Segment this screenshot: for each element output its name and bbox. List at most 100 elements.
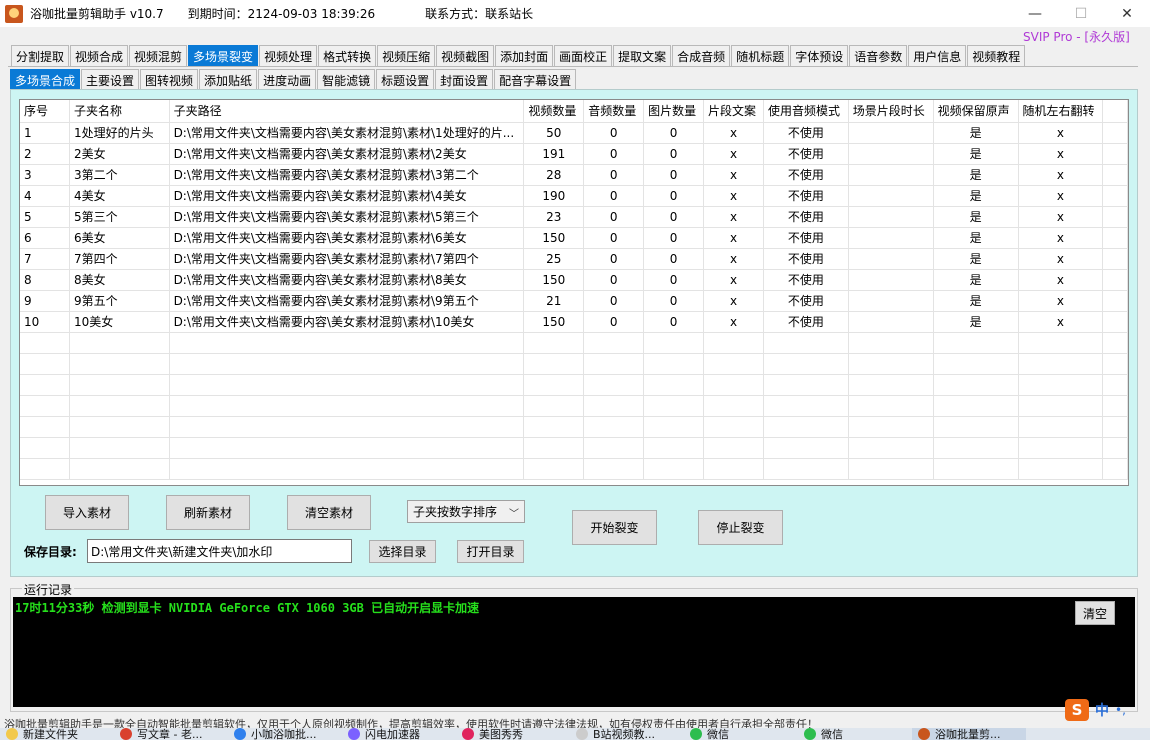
subtab-5[interactable]: 进度动画 bbox=[258, 69, 317, 90]
tab-1[interactable]: 分割提取 bbox=[11, 45, 70, 67]
empty-cell bbox=[763, 332, 849, 354]
column-header[interactable]: 子夹路径 bbox=[169, 100, 525, 123]
empty-cell bbox=[523, 374, 585, 396]
taskbar-item[interactable]: 浴咖批量剪... bbox=[912, 728, 1026, 740]
table-cell bbox=[848, 290, 934, 312]
tab-6[interactable]: 格式转换 bbox=[318, 45, 377, 67]
close-button[interactable]: ✕ bbox=[1104, 0, 1150, 27]
subtab-2[interactable]: 主要设置 bbox=[81, 69, 140, 90]
taskbar-item[interactable]: 微信 bbox=[798, 728, 912, 740]
column-header[interactable]: 场景片段时长 bbox=[848, 100, 934, 123]
table-cell: 5第三个 bbox=[69, 206, 170, 228]
table-cell bbox=[848, 206, 934, 228]
contact-text: 联系方式：联系站长 bbox=[425, 7, 534, 21]
table-row[interactable]: 8 8美女 D:\常用文件夹\文档需要内容\美女素材混剪\素材\8美女 150 0 0 x 不… bbox=[20, 269, 1128, 291]
column-header[interactable]: 视频保留原声 bbox=[933, 100, 1019, 123]
table-row[interactable]: 2 2美女 D:\常用文件夹\文档需要内容\美女素材混剪\素材\2美女 191 0 0 x 不… bbox=[20, 143, 1128, 165]
table-row[interactable]: 6 6美女 D:\常用文件夹\文档需要内容\美女素材混剪\素材\6美女 150 0 0 x 不… bbox=[20, 227, 1128, 249]
subtab-1[interactable]: 多场景合成 bbox=[10, 69, 81, 90]
empty-cell bbox=[583, 458, 645, 480]
table-row[interactable]: 10 10美女 D:\常用文件夹\文档需要内容\美女素材混剪\素材\10美女 150 0… bbox=[20, 311, 1128, 333]
table-cell: 150 bbox=[523, 311, 585, 333]
table-cell: 0 bbox=[583, 290, 645, 312]
table-cell bbox=[848, 311, 934, 333]
import-material-button[interactable]: 导入素材 bbox=[45, 495, 129, 530]
tab-3[interactable]: 视频混剪 bbox=[129, 45, 188, 67]
tab-12[interactable]: 合成音频 bbox=[672, 45, 731, 67]
tab-16[interactable]: 用户信息 bbox=[908, 45, 967, 67]
taskbar-item[interactable]: 美图秀秀 bbox=[456, 728, 570, 740]
column-header[interactable]: 图片数量 bbox=[643, 100, 705, 123]
taskbar-item[interactable]: 小咖浴咖批... bbox=[228, 728, 342, 740]
start-fission-button[interactable]: 开始裂变 bbox=[572, 510, 657, 545]
tab-15[interactable]: 语音参数 bbox=[849, 45, 908, 67]
log-console[interactable]: 17时11分33秒 检测到显卡 NVIDIA GeForce GTX 1060 … bbox=[13, 597, 1135, 707]
stop-fission-button[interactable]: 停止裂变 bbox=[698, 510, 783, 545]
minimize-button[interactable]: — bbox=[1012, 0, 1058, 27]
save-dir-label: 保存目录: bbox=[24, 545, 77, 559]
tab-5[interactable]: 视频处理 bbox=[259, 45, 318, 67]
taskbar-item[interactable]: 微信 bbox=[684, 728, 798, 740]
empty-cell bbox=[763, 353, 849, 375]
subtab-7[interactable]: 标题设置 bbox=[376, 69, 435, 90]
table-cell bbox=[848, 269, 934, 291]
table-row[interactable]: 7 7第四个 D:\常用文件夹\文档需要内容\美女素材混剪\素材\7第四个 25 0 0 x… bbox=[20, 248, 1128, 270]
folder-table[interactable]: 序号 子夹名称 子夹路径 视频数量 音频数量 图片数量 片段文案 使用音频模式 场景片段时长 视频… bbox=[19, 99, 1129, 486]
maximize-button[interactable]: ☐ bbox=[1058, 0, 1104, 27]
table-row[interactable]: 1 1处理好的片头 D:\常用文件夹\文档需要内容\美女素材混剪\素材\1处理好的片… bbox=[20, 122, 1128, 144]
app-icon bbox=[576, 728, 588, 740]
taskbar-item[interactable]: 闪电加速器 bbox=[342, 728, 456, 740]
table-cell-filler bbox=[1102, 185, 1128, 207]
table-row[interactable]: 4 4美女 D:\常用文件夹\文档需要内容\美女素材混剪\素材\4美女 190 0 0 x 不… bbox=[20, 185, 1128, 207]
ime-indicator[interactable]: S 中 •, bbox=[1065, 697, 1145, 723]
column-header[interactable]: 片段文案 bbox=[703, 100, 764, 123]
empty-cell bbox=[933, 353, 1019, 375]
tab-4[interactable]: 多场景裂变 bbox=[188, 45, 259, 67]
empty-cell bbox=[643, 353, 705, 375]
column-header[interactable]: 子夹名称 bbox=[69, 100, 170, 123]
tab-7[interactable]: 视频压缩 bbox=[377, 45, 436, 67]
column-header[interactable]: 使用音频模式 bbox=[763, 100, 849, 123]
title-bar: 浴咖批量剪辑助手 v10.7 到期时间：2124-09-03 18:39:26 … bbox=[0, 0, 1150, 27]
empty-row bbox=[20, 332, 1128, 354]
taskbar-item[interactable]: B站视频教... bbox=[570, 728, 684, 740]
table-cell: 是 bbox=[933, 227, 1019, 249]
column-header[interactable]: 音频数量 bbox=[583, 100, 645, 123]
table-cell: 是 bbox=[933, 311, 1019, 333]
open-dir-button[interactable]: 打开目录 bbox=[457, 540, 524, 563]
table-cell: 是 bbox=[933, 185, 1019, 207]
tab-13[interactable]: 随机标题 bbox=[731, 45, 790, 67]
tab-9[interactable]: 添加封面 bbox=[495, 45, 554, 67]
taskbar-item[interactable]: 新建文件夹 bbox=[0, 728, 114, 740]
table-cell: 0 bbox=[643, 227, 705, 249]
tab-17[interactable]: 视频教程 bbox=[967, 45, 1026, 67]
subtab-6[interactable]: 智能滤镜 bbox=[317, 69, 376, 90]
tab-10[interactable]: 画面校正 bbox=[554, 45, 613, 67]
tab-2[interactable]: 视频合成 bbox=[70, 45, 129, 67]
clear-log-button[interactable]: 清空 bbox=[1075, 601, 1115, 625]
subtab-3[interactable]: 图转视频 bbox=[140, 69, 199, 90]
empty-cell bbox=[69, 437, 170, 459]
tab-14[interactable]: 字体预设 bbox=[790, 45, 849, 67]
app-icon bbox=[918, 728, 930, 740]
subtab-8[interactable]: 封面设置 bbox=[435, 69, 494, 90]
refresh-material-button[interactable]: 刷新素材 bbox=[166, 495, 250, 530]
table-row[interactable]: 9 9第五个 D:\常用文件夹\文档需要内容\美女素材混剪\素材\9第五个 21 0 0 x… bbox=[20, 290, 1128, 312]
table-cell: x bbox=[1018, 122, 1104, 144]
tab-8[interactable]: 视频截图 bbox=[436, 45, 495, 67]
save-dir-input[interactable]: D:\常用文件夹\新建文件夹\加水印 bbox=[87, 539, 352, 563]
sort-dropdown[interactable]: 子夹按数字排序 ﹀ bbox=[407, 500, 525, 523]
table-cell bbox=[848, 143, 934, 165]
choose-dir-button[interactable]: 选择目录 bbox=[369, 540, 436, 563]
table-row[interactable]: 3 3第二个 D:\常用文件夹\文档需要内容\美女素材混剪\素材\3第二个 28 0 0 x… bbox=[20, 164, 1128, 186]
taskbar-item[interactable]: 写文章 - 老... bbox=[114, 728, 228, 740]
column-header[interactable]: 随机左右翻转 bbox=[1018, 100, 1104, 123]
column-header[interactable]: 序号 bbox=[20, 100, 70, 123]
subtab-4[interactable]: 添加贴纸 bbox=[199, 69, 258, 90]
column-header[interactable]: 视频数量 bbox=[523, 100, 585, 123]
table-row[interactable]: 5 5第三个 D:\常用文件夹\文档需要内容\美女素材混剪\素材\5第三个 23 0 0 x… bbox=[20, 206, 1128, 228]
table-cell: x bbox=[703, 311, 764, 333]
tab-11[interactable]: 提取文案 bbox=[613, 45, 672, 67]
subtab-9[interactable]: 配音字幕设置 bbox=[494, 69, 577, 90]
clear-material-button[interactable]: 清空素材 bbox=[287, 495, 371, 530]
